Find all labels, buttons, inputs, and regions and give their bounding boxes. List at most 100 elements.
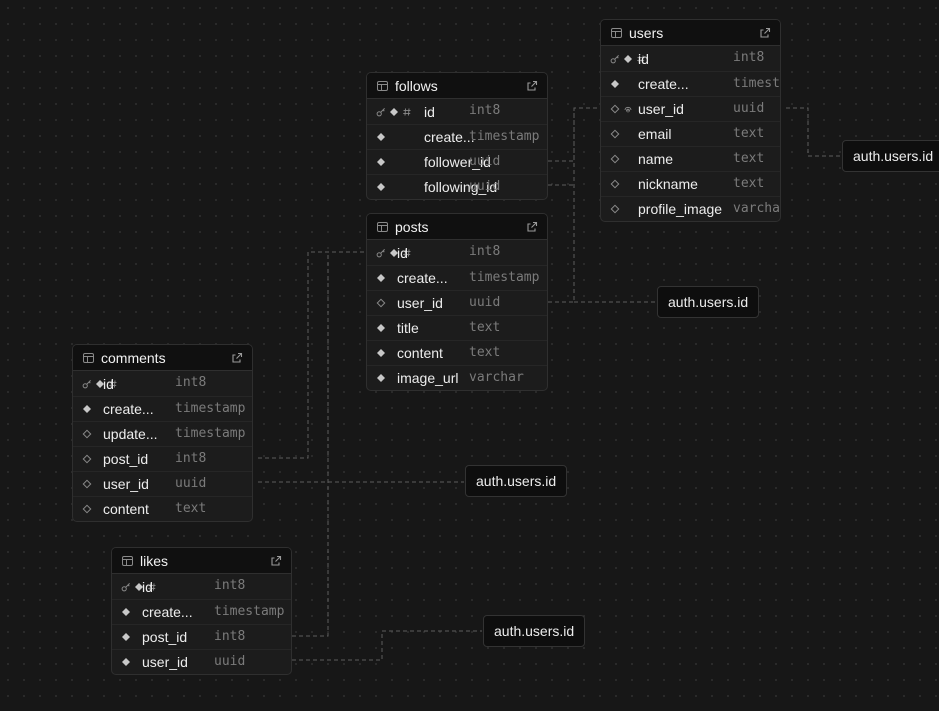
diamond-filled-icon — [376, 157, 386, 167]
external-link-icon[interactable] — [269, 554, 283, 568]
column-icons — [376, 107, 424, 117]
reference-node-auth-users-id[interactable]: auth.users.id — [465, 465, 568, 497]
diamond-filled-icon — [376, 132, 386, 142]
column-type: int8 — [214, 578, 246, 593]
column-type: text — [733, 126, 765, 141]
table-comments[interactable]: comments id int8 create... timestamp update..… — [72, 344, 253, 522]
column-name: name — [638, 151, 674, 167]
column-row-title[interactable]: title text — [367, 315, 547, 340]
column-row-id[interactable]: id int8 — [112, 574, 291, 599]
external-link-icon[interactable] — [758, 26, 772, 40]
edge-users-user_id-auth — [786, 107, 842, 157]
column-row-name[interactable]: name text — [601, 146, 780, 171]
column-name: create... — [638, 76, 689, 92]
reference-node-auth-users-id[interactable]: auth.users.id — [657, 286, 760, 318]
column-type: uuid — [469, 179, 501, 194]
column-name: user_id — [397, 295, 443, 311]
table-icon — [377, 221, 388, 232]
column-row-user_id[interactable]: user_id uuid — [112, 649, 291, 674]
table-follows[interactable]: follows id int8 create... timestamp follower_… — [366, 72, 548, 200]
column-name: content — [397, 345, 443, 361]
table-name: comments — [101, 349, 166, 366]
table-name: follows — [395, 77, 438, 94]
column-name: post_id — [103, 451, 149, 467]
external-link-icon[interactable] — [525, 220, 539, 234]
column-icons — [82, 429, 103, 439]
diamond-filled-icon — [376, 182, 386, 192]
table-name: likes — [140, 552, 169, 569]
column-row-content[interactable]: content text — [367, 340, 547, 365]
table-header[interactable]: posts — [367, 214, 547, 240]
column-row-follower_id[interactable]: follower_id uuid — [367, 149, 547, 174]
edge-follows-follower_id-users — [548, 107, 600, 162]
edge-posts-user_id-auth — [548, 108, 575, 303]
external-link-icon[interactable] — [230, 351, 244, 365]
column-name: email — [638, 126, 672, 142]
diamond-filled-icon — [376, 373, 386, 383]
column-row-id[interactable]: id int8 — [73, 371, 252, 396]
table-posts[interactable]: posts id int8 create... timestamp user_id uuid… — [366, 213, 548, 391]
column-row-create[interactable]: create...timestamp — [73, 396, 252, 421]
column-row-update[interactable]: update... timestamp — [73, 421, 252, 446]
table-header[interactable]: likes — [112, 548, 291, 574]
column-row-create[interactable]: create...timestamp — [112, 599, 291, 624]
column-icons — [376, 373, 397, 383]
column-icons — [82, 379, 117, 389]
column-row-content[interactable]: content text — [73, 496, 252, 521]
edge-likes-user_id-auth — [292, 630, 482, 661]
diamond-outline-icon — [82, 504, 92, 514]
column-name: user_id — [638, 101, 684, 117]
column-row-image_url[interactable]: image_url varchar — [367, 365, 547, 390]
column-icons — [610, 154, 638, 164]
diamond-filled-icon — [376, 273, 386, 283]
column-row-following_id[interactable]: following_id uuid — [367, 174, 547, 199]
table-name: posts — [395, 218, 429, 235]
column-name: id — [142, 578, 153, 595]
column-row-user_id[interactable]: user_id uuid — [73, 471, 252, 496]
diamond-outline-icon — [82, 454, 92, 464]
external-link-icon[interactable] — [525, 79, 539, 93]
column-row-nickname[interactable]: nickname text — [601, 171, 780, 196]
column-name: id — [424, 103, 435, 120]
column-type: int8 — [469, 103, 501, 118]
diamond-outline-icon — [610, 104, 620, 114]
diamond-outline-icon — [610, 129, 620, 139]
column-icons — [376, 298, 397, 308]
table-header[interactable]: users — [601, 20, 780, 46]
column-name: id — [103, 375, 114, 392]
column-row-post_id[interactable]: post_id int8 — [73, 446, 252, 471]
table-header[interactable]: follows — [367, 73, 547, 99]
column-type: int8 — [733, 50, 765, 65]
column-row-profile_image[interactable]: profile_image varchar — [601, 196, 780, 221]
column-row-id[interactable]: id int8 — [367, 99, 547, 124]
reference-node-auth-users-id[interactable]: auth.users.id — [842, 140, 939, 172]
column-icons — [121, 632, 142, 642]
table-icon — [83, 352, 94, 363]
column-row-user_id[interactable]: user_id uuid — [367, 290, 547, 315]
diamond-outline-icon — [610, 204, 620, 214]
column-type: text — [469, 320, 501, 335]
column-type: timestamp — [733, 76, 780, 91]
column-icons — [376, 157, 424, 167]
column-name: create... — [424, 129, 475, 145]
diamond-outline-icon — [610, 179, 620, 189]
column-row-create[interactable]: create... timestamp — [601, 71, 780, 96]
table-users[interactable]: users id int8 create... timestamp user_id uuid… — [600, 19, 781, 222]
column-row-create[interactable]: create...timestamp — [367, 124, 547, 149]
column-row-post_id[interactable]: post_id int8 — [112, 624, 291, 649]
column-icons — [610, 54, 645, 64]
reference-node-auth-users-id[interactable]: auth.users.id — [483, 615, 586, 647]
column-type: timestamp — [175, 401, 246, 416]
column-row-create[interactable]: create...timestamp — [367, 265, 547, 290]
column-row-user_id[interactable]: user_id uuid — [601, 96, 780, 121]
table-header[interactable]: comments — [73, 345, 252, 371]
column-name: id — [397, 244, 408, 261]
column-row-email[interactable]: email text — [601, 121, 780, 146]
diamond-filled-icon — [121, 657, 131, 667]
column-icons — [610, 79, 638, 89]
column-type: timestamp — [175, 426, 246, 441]
table-likes[interactable]: likes id int8 create... timestamp post_id int8… — [111, 547, 292, 675]
column-row-id[interactable]: id int8 — [367, 240, 547, 265]
column-row-id[interactable]: id int8 — [601, 46, 780, 71]
column-icons — [376, 348, 397, 358]
